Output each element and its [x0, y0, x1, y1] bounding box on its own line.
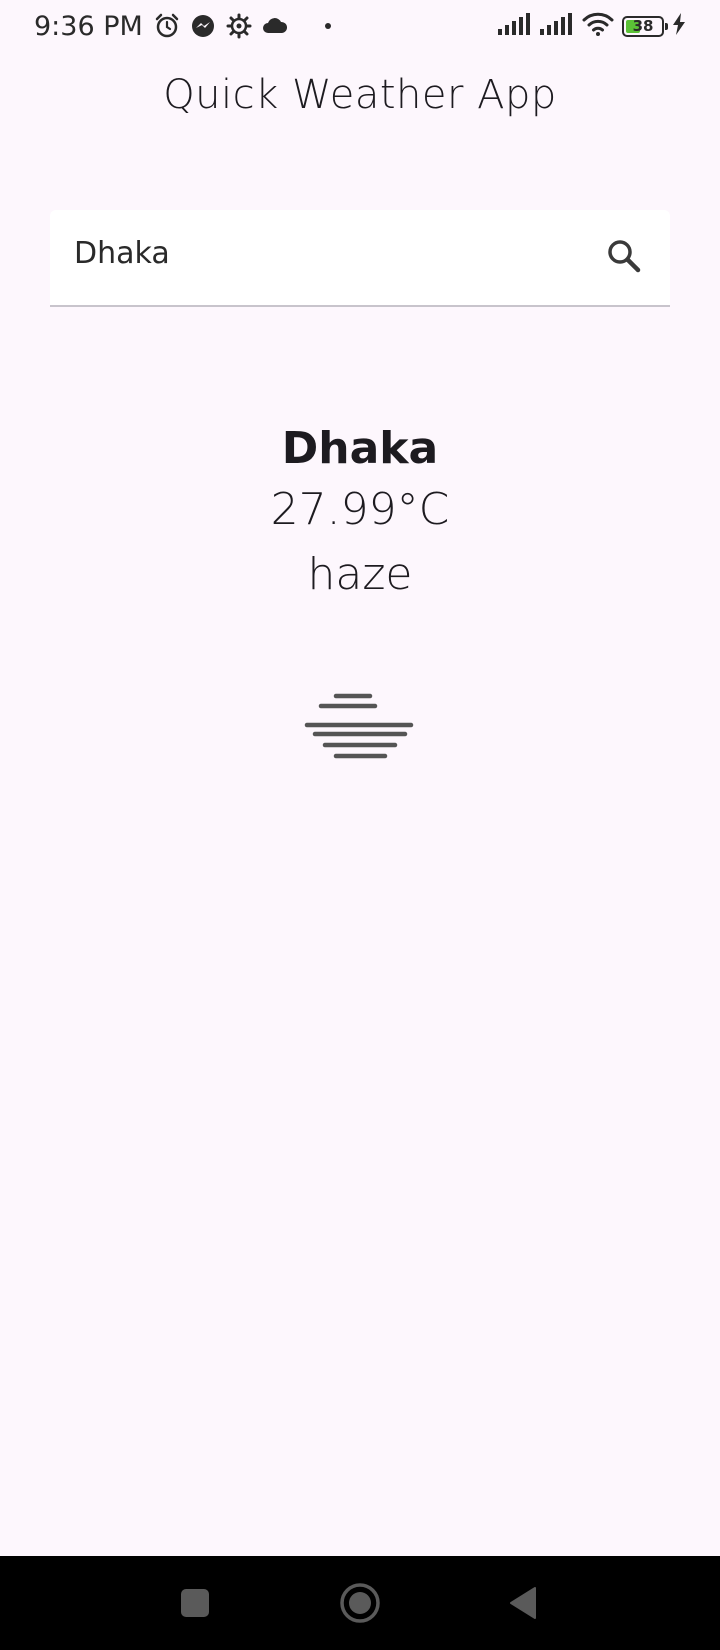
status-time: 9:36 PM: [34, 10, 143, 42]
navigation-bar: [0, 1556, 720, 1650]
status-right: 38: [498, 12, 686, 40]
app-title: Quick Weather App: [163, 72, 557, 118]
search-input[interactable]: [74, 228, 574, 278]
charging-bolt-icon: [672, 13, 686, 39]
search-field[interactable]: [50, 210, 670, 307]
back-icon: [510, 1587, 536, 1619]
city-name: Dhaka: [281, 423, 439, 474]
temperature: 27.99°C: [270, 484, 450, 536]
search-icon: [608, 240, 641, 273]
weather-description: haze: [307, 549, 413, 601]
battery-tip: [665, 22, 668, 30]
home-button[interactable]: [335, 1578, 385, 1628]
weather-info: Dhaka 27.99°C haze: [0, 420, 720, 607]
signal-icon: [498, 13, 532, 39]
notification-dot-icon: [324, 23, 331, 29]
cloud-icon: [261, 12, 289, 40]
back-button[interactable]: [498, 1578, 548, 1628]
alarm-icon: [153, 12, 181, 40]
signal-icon: [540, 13, 574, 39]
haze-icon: [304, 693, 414, 759]
recent-apps-button[interactable]: [170, 1578, 220, 1628]
battery-level: 38: [632, 16, 654, 35]
messenger-icon: [189, 12, 217, 40]
status-bar: 9:36 PM 38: [0, 0, 720, 52]
search-button[interactable]: [600, 232, 648, 280]
status-left: 9:36 PM: [34, 11, 331, 42]
recent-apps-icon: [181, 1589, 209, 1617]
battery-icon: 38: [622, 15, 668, 37]
wifi-icon: [582, 12, 614, 40]
settings-gear-icon: [225, 12, 253, 40]
home-icon: [340, 1583, 380, 1623]
